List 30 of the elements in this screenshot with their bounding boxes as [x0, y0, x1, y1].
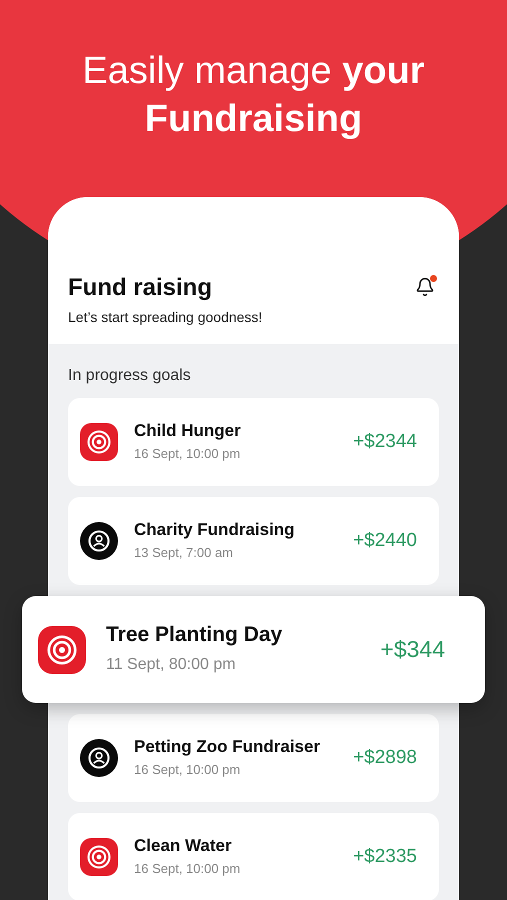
goal-card[interactable]: Charity Fundraising 13 Sept, 7:00 am +$2440 [68, 497, 439, 585]
headline: Easily manage your Fundraising [81, 49, 426, 142]
page-subtitle: Let’s start spreading goodness! [68, 308, 264, 327]
section-title: In progress goals [68, 366, 192, 386]
goal-name: Charity Fundraising [134, 519, 296, 540]
goal-name: Child Hunger [134, 420, 242, 442]
target-icon [38, 626, 86, 674]
goal-amount: +$2898 [353, 746, 417, 770]
goal-amount: +$2335 [353, 844, 417, 869]
page-title: Fund raising [68, 273, 213, 303]
target-icon [80, 838, 118, 876]
goal-amount: +$344 [380, 635, 445, 664]
notification-button[interactable] [415, 277, 435, 297]
goal-amount: +$2440 [353, 528, 417, 553]
goal-card[interactable]: Clean Water 16 Sept, 10:00 pm +$2335 [68, 813, 439, 900]
goal-name: Clean Water [134, 835, 233, 856]
goal-amount: +$2344 [353, 430, 417, 454]
goal-card[interactable]: Petting Zoo Fundraiser 16 Sept, 10:00 pm +$2898 [68, 714, 439, 802]
goal-date: 16 Sept, 10:00 pm [134, 860, 242, 878]
goal-card[interactable]: Child Hunger 16 Sept, 10:00 pm +$2344 [68, 398, 439, 486]
target-icon [80, 423, 118, 461]
goal-date: 16 Sept, 10:00 pm [134, 761, 242, 780]
goal-name: Petting Zoo Fundraiser [134, 736, 322, 758]
person-icon [80, 522, 118, 560]
goal-name: Tree Planting Day [106, 622, 284, 648]
person-icon [80, 739, 118, 777]
goal-date: 13 Sept, 7:00 am [134, 544, 234, 562]
highlighted-goal-card[interactable]: Tree Planting Day 11 Sept, 80:00 pm +$344 [22, 596, 485, 703]
goal-date: 11 Sept, 80:00 pm [106, 654, 237, 675]
goal-date: 16 Sept, 10:00 pm [134, 445, 242, 464]
